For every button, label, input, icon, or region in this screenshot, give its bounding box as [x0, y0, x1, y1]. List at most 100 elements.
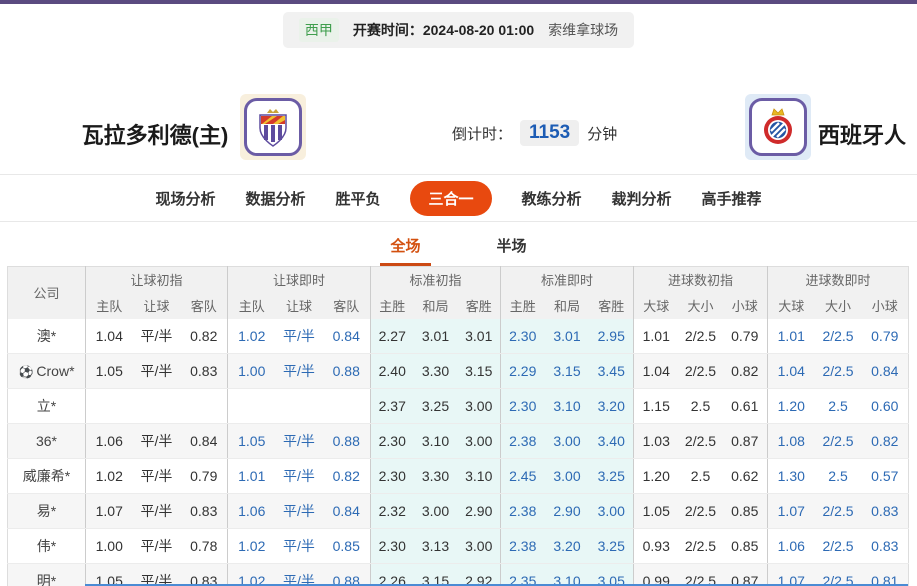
odds-cell: 平/半 — [132, 493, 181, 529]
odds-cell: 2/2.5 — [678, 423, 723, 459]
odds-cell: 3.30 — [413, 458, 458, 494]
odds-cell: 2.30 — [370, 458, 414, 494]
odds-cell — [322, 388, 371, 424]
nav-tab-数据分析[interactable]: 数据分析 — [245, 181, 305, 216]
league-badge: 西甲 — [298, 18, 339, 42]
nav-tab-胜平负[interactable]: 胜平负 — [335, 181, 380, 216]
company-name: 威廉希* — [22, 468, 71, 484]
group-header-handicap-initial: 让球初指 — [85, 266, 228, 293]
odds-cell: 2.26 — [370, 563, 414, 586]
odds-cell: 3.40 — [589, 423, 634, 459]
odds-cell: 0.82 — [180, 318, 228, 354]
odds-cell: 2/2.5 — [678, 528, 723, 564]
odds-cell: 1.07 — [767, 563, 815, 586]
odds-cell: 3.10 — [413, 423, 458, 459]
odds-cell: 1.06 — [227, 493, 276, 529]
odds-cell: 2.40 — [370, 353, 414, 389]
countdown: 倒计时： 1153 分钟 — [452, 120, 617, 146]
odds-cell — [85, 388, 133, 424]
odds-cell: 1.04 — [767, 353, 815, 389]
odds-cell: 平/半 — [132, 458, 181, 494]
column-header: 主队 — [85, 292, 133, 319]
column-header: 主队 — [227, 292, 276, 319]
company-cell[interactable]: 伟* — [7, 528, 86, 564]
nav-tab-高手推荐[interactable]: 高手推荐 — [702, 181, 762, 216]
nav-tab-教练分析[interactable]: 教练分析 — [522, 181, 582, 216]
top-accent-bar — [0, 0, 917, 4]
odds-cell: 1.08 — [767, 423, 815, 459]
odds-cell: 3.00 — [544, 458, 590, 494]
odds-cell: 0.85 — [722, 528, 768, 564]
company-cell[interactable]: 明* — [7, 563, 86, 586]
odds-cell: 2.5 — [814, 458, 862, 494]
odds-cell: 平/半 — [132, 528, 181, 564]
odds-row: 明* 1.05 平/半 0.83 1.02 平/半 0.88 2.26 3.15 2.92 2.35… — [7, 563, 909, 586]
main-nav: 现场分析 数据分析 胜平负 三合一 教练分析 裁判分析 高手推荐 — [0, 174, 917, 222]
odds-cell: 2.27 — [370, 318, 414, 354]
column-header: 和局 — [413, 292, 458, 319]
odds-cell: 1.05 — [227, 423, 276, 459]
company-cell[interactable]: 36* — [7, 423, 86, 459]
company-cell[interactable]: 立* — [7, 388, 86, 424]
odds-cell: 1.05 — [633, 493, 679, 529]
odds-cell: 3.25 — [413, 388, 458, 424]
odds-cell: 2.38 — [500, 528, 545, 564]
company-name: 易* — [36, 503, 57, 519]
match-header: 瓦拉多利德(主) 倒计时： 1153 分钟 西班牙人 — [0, 48, 917, 174]
odds-cell: 1.01 — [633, 318, 679, 354]
nav-tab-裁判分析[interactable]: 裁判分析 — [612, 181, 672, 216]
odds-cell: 1.02 — [85, 458, 133, 494]
column-header: 让球 — [275, 292, 323, 319]
home-team-badge-icon — [244, 98, 302, 156]
column-header: 小球 — [861, 292, 909, 319]
company-cell[interactable]: 易* — [7, 493, 86, 529]
column-header: 小球 — [722, 292, 768, 319]
company-cell[interactable]: 威廉希* — [7, 458, 86, 494]
company-name: 36* — [35, 433, 58, 449]
odds-cell: 2.30 — [370, 528, 414, 564]
odds-cell: 平/半 — [132, 423, 181, 459]
odds-cell: 3.01 — [544, 318, 590, 354]
odds-cell — [227, 388, 276, 424]
odds-cell: 2.5 — [814, 388, 862, 424]
odds-row: 立* 2.37 3.25 3.00 2.30 3.10 3.20 1.15 2.5 0.61 1.2… — [7, 388, 909, 424]
odds-cell: 2/2.5 — [814, 493, 862, 529]
odds-cell: 平/半 — [275, 318, 323, 354]
odds-cell: 平/半 — [275, 458, 323, 494]
odds-cell: 3.13 — [413, 528, 458, 564]
odds-cell: 0.85 — [322, 528, 371, 564]
match-info-row: 西甲 开赛时间：2024-08-20 01:00 索维拿球场 — [0, 12, 917, 48]
odds-cell: 平/半 — [275, 563, 323, 586]
page: 西甲 开赛时间：2024-08-20 01:00 索维拿球场 瓦拉多利德(主) — [0, 0, 917, 586]
sub-tab-半场[interactable]: 半场 — [487, 235, 537, 266]
odds-cell: 2.38 — [500, 493, 545, 529]
nav-tab-三合一[interactable]: 三合一 — [410, 180, 492, 216]
odds-cell: 2.90 — [457, 493, 501, 529]
odds-cell: 1.04 — [633, 353, 679, 389]
odds-cell: 1.00 — [227, 353, 276, 389]
odds-cell: 3.00 — [413, 493, 458, 529]
odds-row: 澳* 1.04 平/半 0.82 1.02 平/半 0.84 2.27 3.01 3.01 2.30… — [7, 318, 909, 354]
odds-cell: 0.83 — [861, 528, 909, 564]
company-cell[interactable]: ⚽ Crow* — [7, 353, 86, 389]
odds-cell: 3.00 — [457, 423, 501, 459]
group-header-handicap-live: 让球即时 — [227, 266, 371, 293]
odds-cell: 0.84 — [861, 353, 909, 389]
countdown-value: 1153 — [520, 120, 580, 146]
sub-tab-全场[interactable]: 全场 — [380, 235, 431, 266]
odds-cell: 0.60 — [861, 388, 909, 424]
column-header: 客队 — [180, 292, 228, 319]
odds-cell: 平/半 — [132, 563, 181, 586]
odds-row: 36* 1.06 平/半 0.84 1.05 平/半 0.88 2.30 3.10 3.00 2.3… — [7, 423, 909, 459]
odds-cell: 0.84 — [180, 423, 228, 459]
company-cell[interactable]: 澳* — [7, 318, 86, 354]
odds-cell: 1.06 — [767, 528, 815, 564]
nav-tab-现场分析[interactable]: 现场分析 — [155, 181, 215, 216]
odds-cell: 3.25 — [589, 458, 634, 494]
odds-cell: 1.15 — [633, 388, 679, 424]
odds-cell: 1.20 — [633, 458, 679, 494]
odds-cell: 2/2.5 — [814, 563, 862, 586]
odds-cell: 0.87 — [722, 563, 768, 586]
odds-cell: 3.00 — [544, 423, 590, 459]
company-name: 澳* — [36, 327, 57, 344]
